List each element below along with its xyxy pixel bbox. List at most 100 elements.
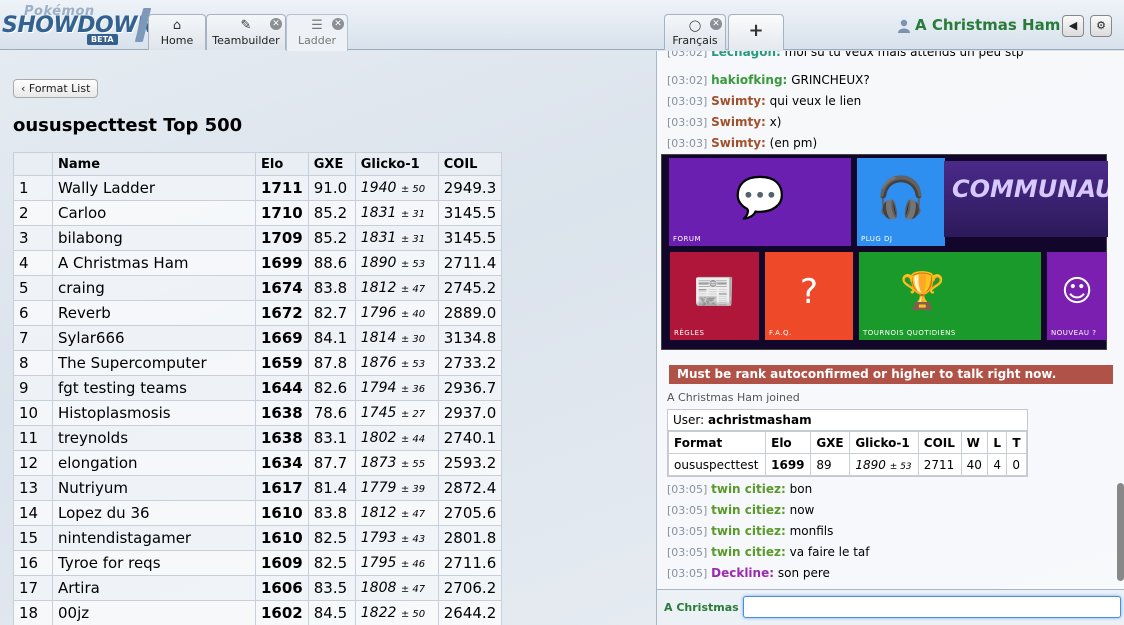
uc-glicko-value: 1890 [855,457,886,472]
player-name-cell[interactable]: A Christmas Ham [52,250,256,276]
chat-message: [03:05] twin citiez: monfils [667,524,833,538]
table-row: 3 bilabong 1709 85.2 1831 ± 31 3145.5 [13,225,503,251]
rank-cell: 17 [13,575,53,601]
user-card-username[interactable]: achristmasham [708,413,812,427]
player-name-cell[interactable]: 00jz [52,600,256,625]
faq-tile-label: F.A.Q. [769,329,792,337]
glicko-cell: 1808 ± 47 [354,575,439,601]
uc-col-l: L [987,431,1008,454]
player-name-cell[interactable]: fgt testing teams [52,375,256,401]
glicko-cell: 1796 ± 40 [354,300,439,326]
tab-room-francais[interactable]: ◯ Français ✕ [664,14,726,50]
regles-tile[interactable]: 📰 RÈGLES [670,252,759,340]
message-author[interactable]: Swimty: [711,94,766,108]
message-timestamp: [03:05] [667,504,708,517]
player-name-cell[interactable]: Tyroe for reqs [52,550,256,576]
glicko-deviation: ± 36 [400,384,426,395]
player-name-cell[interactable]: The Supercomputer [52,350,256,376]
player-name-cell[interactable]: Carloo [52,200,256,226]
rank-cell: 12 [13,450,53,476]
newspaper-icon: 📰 [693,271,736,312]
gxe-cell: 83.1 [307,425,356,451]
plugdj-tile[interactable]: 🎧 PLUG DJ [857,158,945,246]
player-name-cell[interactable]: Sylar666 [52,325,256,351]
glicko-deviation: ± 55 [400,459,426,470]
player-name-cell[interactable]: Reverb [52,300,256,326]
gxe-cell: 85.2 [307,225,356,251]
coil-cell: 2936.7 [437,375,503,401]
chat-input-username[interactable]: A Christmas [664,601,739,614]
coil-cell: 3145.5 [437,200,503,226]
gxe-cell: 87.8 [307,350,356,376]
coil-cell: 2949.3 [437,175,503,201]
table-row: 14 Lopez du 36 1610 83.8 1812 ± 47 2705.6 [13,500,503,526]
message-author[interactable]: twin citiez: [711,482,786,496]
player-name-cell[interactable]: Artira [52,575,256,601]
glicko-value: 1812 [360,280,397,296]
message-timestamp: [03:05] [667,567,708,580]
settings-button[interactable]: ⚙ [1090,15,1112,37]
message-author[interactable]: twin citiez: [711,545,786,559]
close-icon[interactable]: ✕ [710,18,722,30]
chat-message-input[interactable] [743,596,1121,618]
table-row: 16 Tyroe for reqs 1609 82.5 1795 ± 46 2711.6 [13,550,503,576]
message-author[interactable]: twin citiez: [711,503,786,517]
regles-tile-label: RÈGLES [674,329,705,337]
player-name-cell[interactable]: treynolds [52,425,256,451]
message-timestamp: [03:05] [667,546,708,559]
table-row: 1 Wally Ladder 1711 91.0 1940 ± 50 2949.3 [13,175,503,201]
question-user-icon: ? [799,271,819,312]
forum-tile[interactable]: 💬 FORUM [669,158,851,246]
close-icon[interactable]: ✕ [270,18,282,30]
message-author[interactable]: hakiofking: [711,73,787,87]
chat-scrollbar[interactable] [1117,483,1124,581]
new-room-tab[interactable]: + [728,14,784,50]
coil-cell: 2801.8 [437,525,503,551]
message-author[interactable]: Swimty: [711,115,766,129]
glicko-value: 1808 [360,580,397,596]
chat-message: [03:05] twin citiez: va faire le taf [667,545,869,559]
elo-cell: 1711 [255,175,309,201]
player-name-cell[interactable]: nintendistagamer [52,525,256,551]
message-text: monfils [789,524,834,538]
showdown-logo[interactable]: Pokémon SHOWDOWN BETA [2,2,155,46]
player-name-cell[interactable]: Histoplasmosis [52,400,256,426]
tab-teambuilder[interactable]: ✎ Teambuilder ✕ [206,14,286,50]
player-name-cell[interactable]: bilabong [52,225,256,251]
glicko-value: 1795 [360,555,397,571]
glicko-value: 1940 [360,180,397,196]
tab-ladder[interactable]: ☰ Ladder ✕ [286,14,348,51]
elo-cell: 1609 [255,550,309,576]
username-button[interactable]: A Christmas Ham [915,16,1060,34]
player-name-cell[interactable]: craing [52,275,256,301]
message-author[interactable]: twin citiez: [711,524,786,538]
tournois-tile[interactable]: 🏆 TOURNOIS QUOTIDIENS [859,252,1041,340]
faq-tile[interactable]: ? F.A.Q. [765,252,853,340]
uc-w: 40 [960,453,989,476]
message-author[interactable]: Lechagon: [711,51,781,59]
coil-cell: 2937.0 [437,400,503,426]
nouveau-tile[interactable]: ☺ NOUVEAU ? [1047,252,1107,340]
message-author[interactable]: Swimty: [711,136,766,150]
close-icon[interactable]: ✕ [332,18,344,30]
message-author[interactable]: Deckline: [711,566,774,580]
glicko-value: 1831 [360,205,397,221]
rank-cell: 9 [13,375,53,401]
coil-cell: 2593.2 [437,450,503,476]
elo-cell: 1606 [255,575,309,601]
player-name-cell[interactable]: elongation [52,450,256,476]
coil-cell: 2740.1 [437,425,503,451]
plugdj-tile-label: PLUG DJ [861,235,893,243]
glicko-deviation: ± 30 [400,334,426,345]
elo-cell: 1610 [255,525,309,551]
table-row: 9 fgt testing teams 1644 82.6 1794 ± 36 2936.… [13,375,503,401]
coil-cell: 2872.4 [437,475,503,501]
player-name-cell[interactable]: Wally Ladder [52,175,256,201]
tab-home[interactable]: ⌂ Home [148,14,206,50]
format-list-button[interactable]: ‹ Format List [13,79,99,98]
player-name-cell[interactable]: Lopez du 36 [52,500,256,526]
glicko-value: 1793 [360,530,397,546]
volume-button[interactable]: ◀ [1062,15,1084,37]
player-name-cell[interactable]: Nutriyum [52,475,256,501]
uc-glicko-dev: ± 53 [889,461,912,472]
